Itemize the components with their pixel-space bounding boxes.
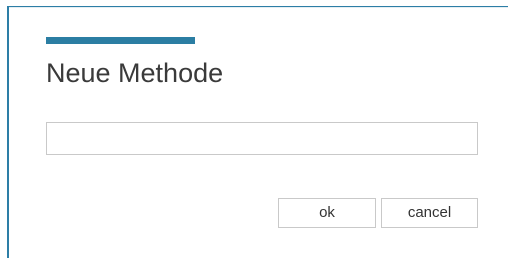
dialog-title: Neue Methode [46,58,224,88]
method-name-input[interactable] [46,122,478,155]
ok-button[interactable]: ok [278,198,376,228]
dialog-frame-left [7,6,9,258]
dialog-frame-top-shade [9,7,508,8]
new-method-dialog: Neue Methode ok cancel [0,0,508,258]
cancel-button[interactable]: cancel [381,198,478,228]
title-accent-bar [46,37,195,44]
